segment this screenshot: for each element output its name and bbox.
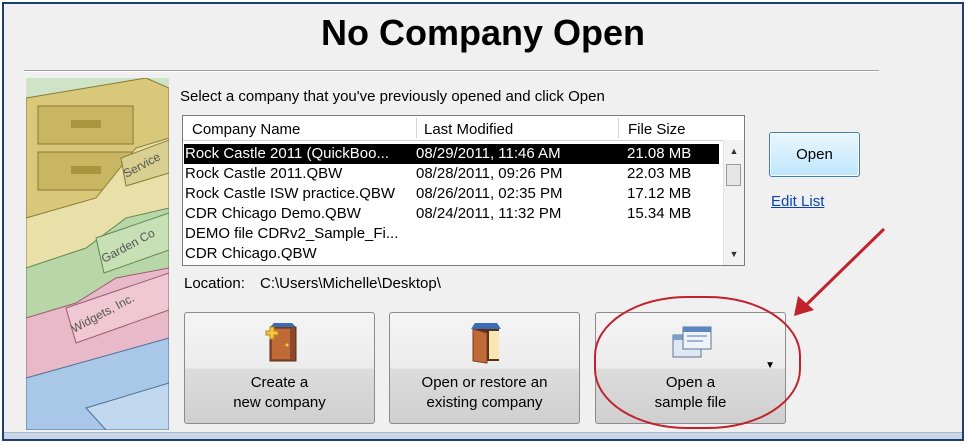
annotation-highlight-ellipse [594,296,801,429]
last-modified: 08/26/2011, 02:35 PM [416,185,563,202]
file-size: 22.03 MB [627,165,692,182]
file-size: 21.08 MB [627,145,692,162]
file-size: 17.12 MB [627,185,692,202]
company-name: DEMO file CDRv2_Sample_Fi... [185,225,399,242]
no-company-open-window: No Company Open Service Garden Co Widget… [2,2,964,441]
company-row[interactable]: DEMO file CDRv2_Sample_Fi... [184,224,719,244]
open-restore-label-line2: existing company [426,394,543,411]
edit-list-link[interactable]: Edit List [771,193,824,210]
company-row[interactable]: CDR Chicago.QBW [184,244,719,264]
company-list[interactable]: Company Name Last Modified File Size Roc… [182,115,745,266]
scroll-down-arrow-icon[interactable]: ▼ [724,245,744,263]
company-row[interactable]: Rock Castle ISW practice.QBW 08/26/2011,… [184,184,719,204]
column-header-file-size[interactable]: File Size [628,121,686,138]
last-modified: 08/24/2011, 11:32 PM [416,205,562,222]
list-header: Company Name Last Modified File Size [183,116,723,141]
open-restore-company-button[interactable]: Open or restore an existing company [389,312,580,424]
location-path: C:\Users\Michelle\Desktop\ [260,275,441,292]
scroll-up-arrow-icon[interactable]: ▲ [724,142,744,160]
location-label: Location: [184,275,245,292]
list-scrollbar[interactable]: ▲ ▼ [723,140,744,265]
column-header-company-name[interactable]: Company Name [192,121,300,138]
annotation-arrow-icon [794,227,886,316]
filing-cabinet-illustration: Service Garden Co Widgets, Inc. [26,78,169,430]
page-title: No Company Open [320,12,646,53]
file-size: 15.34 MB [627,205,692,222]
open-restore-label: Open or restore an existing company [390,373,579,413]
column-header-last-modified[interactable]: Last Modified [424,121,513,138]
title-divider [24,70,879,72]
open-door-icon [463,321,507,365]
scrollbar-thumb[interactable] [726,164,741,186]
company-row[interactable]: Rock Castle 2011 (QuickBoo... 08/29/2011… [184,144,719,164]
company-name: CDR Chicago Demo.QBW [185,205,361,222]
new-company-door-icon [258,321,302,365]
last-modified: 08/29/2011, 11:46 AM [416,145,561,162]
create-company-label-line1: Create a [250,374,309,391]
company-name: Rock Castle 2011 (QuickBoo... [185,145,389,162]
company-name: CDR Chicago.QBW [185,245,317,262]
create-company-label: Create a new company [185,373,374,413]
last-modified: 08/28/2011, 09:26 PM [416,165,563,182]
company-row[interactable]: CDR Chicago Demo.QBW 08/24/2011, 11:32 P… [184,204,719,224]
open-button[interactable]: Open [769,132,860,177]
create-company-button[interactable]: Create a new company [184,312,375,424]
column-separator[interactable] [618,118,619,138]
create-company-label-line2: new company [233,394,326,411]
company-row[interactable]: Rock Castle 2011.QBW 08/28/2011, 09:26 P… [184,164,719,184]
select-company-prompt: Select a company that you've previously … [180,88,605,105]
column-separator[interactable] [416,118,417,138]
window-bottom-edge [4,432,962,439]
company-name: Rock Castle 2011.QBW [185,165,343,182]
company-name: Rock Castle ISW practice.QBW [185,185,396,202]
open-restore-label-line1: Open or restore an [421,374,548,391]
